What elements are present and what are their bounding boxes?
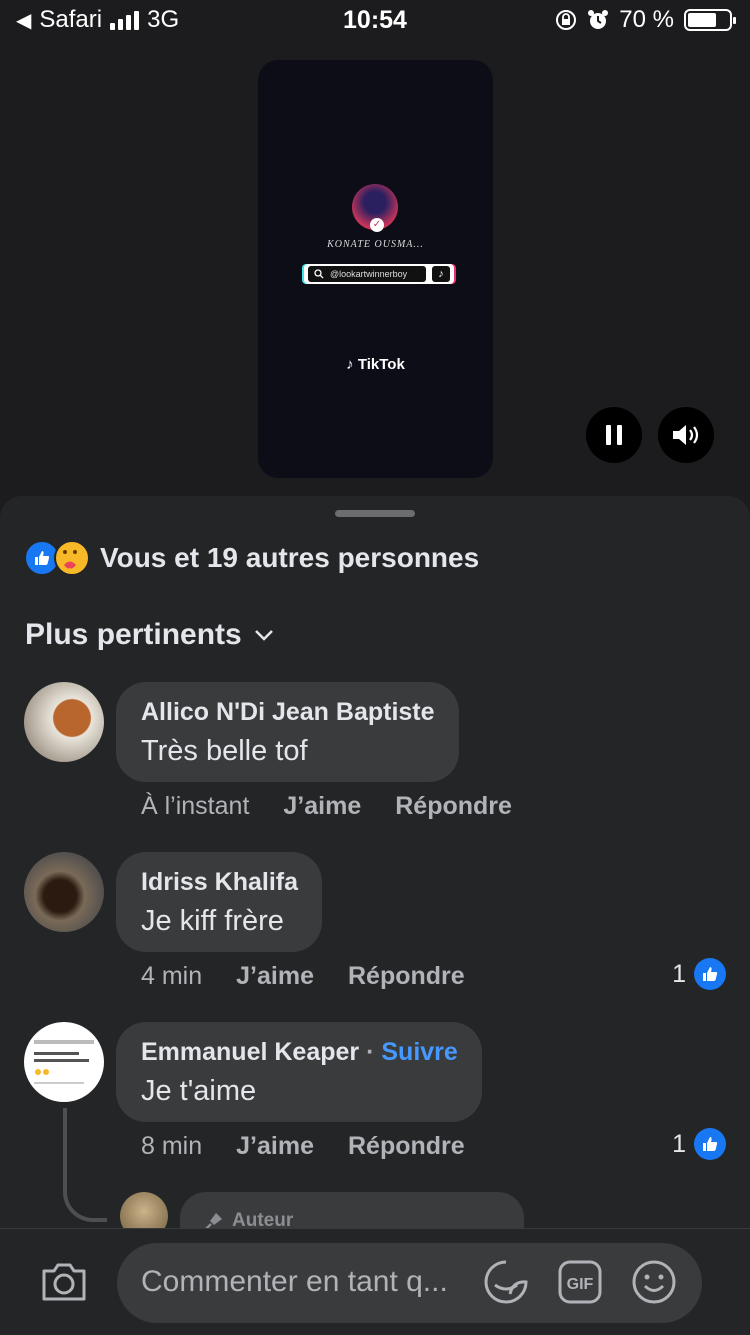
- alarm-icon: [588, 10, 609, 29]
- pause-button[interactable]: [586, 407, 642, 463]
- battery-icon: [684, 9, 736, 31]
- verified-check-icon: ✓: [370, 218, 384, 232]
- video-preview[interactable]: ✓ KONATE OUSMA... @lookartwinnerboy ♪ ♪ …: [258, 60, 493, 478]
- reply-button[interactable]: Répondre: [348, 1132, 465, 1161]
- comment-actions: 8 min J’aime Répondre: [141, 1132, 465, 1161]
- comment-text: Je kiff frère: [141, 905, 284, 937]
- avatar[interactable]: [24, 852, 104, 932]
- sort-dropdown[interactable]: Plus pertinents: [25, 618, 274, 652]
- emoji-icon: [632, 1260, 676, 1304]
- status-bar: ◀ Safari 3G 10:54 70 %: [0, 0, 750, 40]
- gif-label: GIF: [567, 1276, 594, 1293]
- tiktok-logo-icon: ♪: [432, 266, 450, 282]
- rotation-lock-icon: [556, 10, 577, 30]
- avatar[interactable]: [24, 682, 104, 762]
- search-icon: [314, 269, 324, 279]
- handle-search-box: @lookartwinnerboy ♪: [304, 264, 454, 284]
- comment-text: Très belle tof: [141, 735, 308, 767]
- like-count[interactable]: 1: [672, 958, 726, 990]
- comment-text: Je t'aime: [141, 1075, 257, 1107]
- comment-composer: Commenter en tant q... GIF: [0, 1228, 750, 1335]
- comment-placeholder: Commenter en tant q...: [141, 1265, 448, 1298]
- volume-icon: [673, 425, 699, 445]
- reactions-summary[interactable]: Vous et 19 autres personnes: [24, 540, 479, 576]
- creator-name: KONATE OUSMA...: [327, 239, 424, 250]
- comment-bubble[interactable]: Emmanuel Keaper · Suivre Je t'aime: [116, 1022, 482, 1122]
- comment-time: 8 min: [141, 1132, 203, 1160]
- comment-bubble[interactable]: Allico N'Di Jean Baptiste Très belle tof: [116, 682, 459, 782]
- like-button[interactable]: J’aime: [236, 1132, 314, 1161]
- comment-input[interactable]: Commenter en tant q... GIF: [117, 1243, 702, 1323]
- sort-label: Plus pertinents: [25, 618, 242, 651]
- composer-icons: GIF: [482, 1258, 678, 1306]
- sticker-icon: [484, 1260, 528, 1304]
- gif-button[interactable]: GIF: [556, 1258, 604, 1306]
- comment-author[interactable]: Allico N'Di Jean Baptiste: [141, 698, 435, 727]
- battery-percent: 70 %: [619, 6, 674, 33]
- avatar[interactable]: [24, 1022, 104, 1102]
- comment-author[interactable]: Emmanuel Keaper: [141, 1038, 359, 1066]
- chevron-down-icon: [254, 630, 273, 641]
- thumbs-up-icon: [694, 958, 726, 990]
- comment-actions: 4 min J’aime Répondre: [141, 962, 465, 991]
- gif-icon: GIF: [558, 1260, 602, 1304]
- comment-author[interactable]: Idriss Khalifa: [141, 868, 298, 897]
- emoji-button[interactable]: [630, 1258, 678, 1306]
- like-button[interactable]: J’aime: [236, 962, 314, 991]
- reply-button[interactable]: Répondre: [395, 792, 512, 821]
- reply-thread-line: [63, 1108, 107, 1222]
- brand-watermark: ♪ TikTok: [346, 356, 405, 373]
- comment-actions: À l’instant J’aime Répondre: [141, 792, 512, 821]
- like-count[interactable]: 1: [672, 1128, 726, 1160]
- camera-icon[interactable]: [40, 1261, 88, 1303]
- comment-time: À l’instant: [141, 792, 250, 820]
- comment-bubble[interactable]: Idriss Khalifa Je kiff frère: [116, 852, 322, 952]
- comment-time: 4 min: [141, 962, 203, 990]
- like-count-value: 1: [672, 959, 686, 988]
- sticker-button[interactable]: [482, 1258, 530, 1306]
- thumbs-up-icon: [694, 1128, 726, 1160]
- reactions-text: Vous et 19 autres personnes: [100, 542, 480, 573]
- care-reaction-icon: [54, 540, 90, 576]
- volume-button[interactable]: [658, 407, 714, 463]
- like-count-value: 1: [672, 1129, 686, 1158]
- follow-link[interactable]: Suivre: [381, 1038, 457, 1066]
- handle-text: @lookartwinnerboy: [330, 269, 408, 279]
- brand-label: TikTok: [357, 356, 405, 373]
- pause-icon: [606, 425, 622, 445]
- sheet-grabber[interactable]: [335, 510, 415, 517]
- like-button[interactable]: J’aime: [283, 792, 361, 821]
- reply-button[interactable]: Répondre: [348, 962, 465, 991]
- comment-author-line: Emmanuel Keaper · Suivre: [141, 1038, 458, 1066]
- status-right: 70 %: [555, 6, 736, 34]
